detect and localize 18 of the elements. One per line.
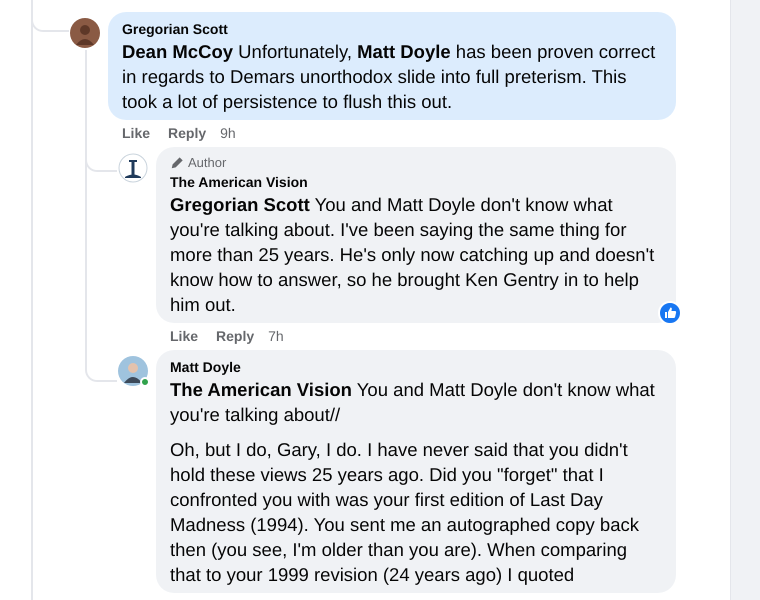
like-button[interactable]: Like xyxy=(170,326,198,346)
like-reaction-icon[interactable] xyxy=(658,301,682,325)
like-button[interactable]: Like xyxy=(122,122,150,144)
comment-time[interactable]: 7h xyxy=(268,326,284,346)
avatar-icon[interactable] xyxy=(118,356,148,386)
reply-button[interactable]: Reply xyxy=(216,326,254,346)
comment-time[interactable]: 9h xyxy=(220,122,236,144)
comment-text: Dean McCoy Unfortunately, Matt Doyle has been proven correct in regards to Demars unorthodox slide into full preterism. This took a lot of persistence to flush this out. xyxy=(122,40,656,114)
comment-text: Gregorian Scott You and Matt Doyle don't know what you're talking about. I've been saying the same thing for more than 25 years. He's only now catching up and doesn't know how to answer, so he brought Ken Gentry in to help him out. xyxy=(170,193,656,317)
comment-author[interactable]: Matt Doyle xyxy=(170,357,662,377)
avatar-icon[interactable] xyxy=(70,18,100,48)
comment-text: Oh, but I do, Gary, I do. I have never said that you didn't hold these views 25 years ago. Did you "forget" that I confronted you with was your first edition of Last Day Madness (1994). You sent me an autographed copy back then (you see, I'm older than you are). When comparing that to your 1999 revision (24 years ago) I quoted xyxy=(170,438,640,587)
comment-text: The American Vision You and Matt Doyle don't know what you're talking about// xyxy=(170,378,656,427)
comment-author[interactable]: The American Vision xyxy=(170,172,662,192)
author-label: Author xyxy=(188,154,226,172)
reply-button[interactable]: Reply xyxy=(168,122,206,144)
comment-author[interactable]: Gregorian Scott xyxy=(122,19,662,39)
pencil-icon xyxy=(170,156,184,170)
